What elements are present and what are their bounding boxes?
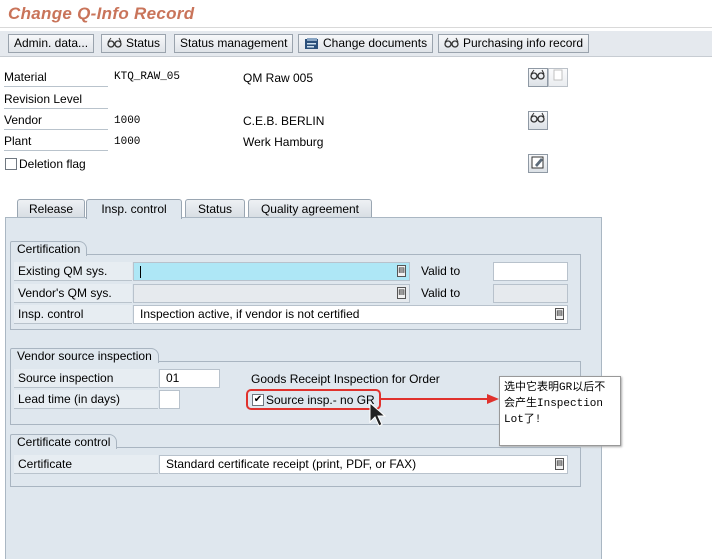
tab-release[interactable]: Release: [17, 199, 85, 218]
application-toolbar: Admin. data... Status Status management …: [0, 31, 712, 57]
certificate-value: Standard certificate receipt (print, PDF…: [166, 457, 417, 471]
display-material-button[interactable]: [528, 68, 548, 87]
deletion-flag-label: Deletion flag: [19, 157, 86, 171]
tab-quality-agreement-label: Quality agreement: [260, 202, 360, 216]
existing-qm-input[interactable]: ▤: [133, 262, 410, 281]
status-management-label: Status management: [180, 36, 288, 50]
title-divider: [0, 27, 712, 28]
vendor-label: Vendor: [4, 113, 108, 130]
certificate-label: Certificate: [14, 455, 158, 474]
lead-time-input[interactable]: [159, 390, 180, 409]
annotation-arrow-icon: [381, 394, 499, 404]
edit-long-text-button[interactable]: [528, 154, 548, 173]
material-label: Material: [4, 70, 108, 87]
existing-qm-label: Existing QM sys.: [14, 262, 132, 281]
page-title: Change Q-Info Record: [8, 4, 195, 23]
value-help-icon[interactable]: ▤: [397, 287, 406, 299]
change-documents-label: Change documents: [323, 36, 428, 50]
material-value: KTQ_RAW_05: [114, 71, 181, 83]
checkmark-icon: ✔: [253, 394, 263, 405]
status-label: Status: [126, 36, 161, 50]
purchasing-info-record-label: Purchasing info record: [463, 36, 584, 50]
vendor-value: 1000: [114, 115, 141, 127]
lead-time-label: Lead time (in days): [14, 390, 158, 409]
material-extra-button[interactable]: [548, 68, 568, 87]
status-management-button[interactable]: Status management: [174, 34, 294, 53]
source-insp-input[interactable]: 01: [159, 369, 220, 388]
insp-control-label: Insp. control: [14, 305, 132, 324]
glasses-icon: [444, 37, 460, 51]
revision-level-label: Revision Level: [4, 92, 108, 109]
display-vendor-button[interactable]: [528, 111, 548, 130]
insp-control-input[interactable]: Inspection active, if vendor is not cert…: [133, 305, 568, 324]
vendor-source-title: Vendor source inspection: [10, 348, 159, 363]
material-description: QM Raw 005: [243, 71, 314, 85]
purchasing-info-record-button[interactable]: Purchasing info record: [438, 34, 590, 53]
text-cursor: [140, 265, 141, 278]
status-button[interactable]: Status: [101, 34, 167, 53]
certificate-control-title: Certificate control: [10, 434, 118, 449]
tab-release-label: Release: [28, 202, 74, 216]
certificate-input[interactable]: Standard certificate receipt (print, PDF…: [159, 455, 568, 474]
tab-quality-agreement[interactable]: Quality agreement: [248, 199, 372, 218]
document-icon: [553, 69, 563, 81]
value-help-icon[interactable]: ▤: [397, 265, 406, 277]
glasses-icon: [530, 112, 545, 123]
value-help-icon[interactable]: ▤: [555, 308, 564, 320]
glasses-icon: [107, 37, 123, 51]
source-insp-no-gr-label: Source insp.- no GR: [266, 393, 375, 407]
vendor-qm-input: ▤: [133, 284, 410, 303]
vendor-qm-label: Vendor's QM sys.: [14, 284, 132, 303]
value-help-icon[interactable]: ▤: [555, 458, 564, 470]
tab-insp-control[interactable]: Insp. control: [86, 199, 182, 219]
plant-label: Plant: [4, 134, 108, 151]
certification-title: Certification: [10, 241, 88, 256]
tab-status-label: Status: [197, 202, 233, 216]
valid-to-input[interactable]: [493, 262, 568, 281]
change-documents-icon: [304, 37, 320, 51]
tab-insp-control-label: Insp. control: [101, 202, 167, 216]
plant-value: 1000: [114, 136, 141, 148]
source-insp-label: Source inspection: [14, 369, 158, 388]
vendor-name: C.E.B. BERLIN: [243, 114, 325, 128]
gr-inspection-title: Goods Receipt Inspection for Order: [251, 372, 440, 386]
annotation-note: 选中它表明GR以后不会产生Inspection Lot了!: [499, 376, 621, 446]
change-documents-button[interactable]: Change documents: [298, 34, 434, 53]
source-insp-no-gr-checkbox[interactable]: ✔: [252, 394, 264, 406]
insp-control-value: Inspection active, if vendor is not cert…: [140, 307, 360, 321]
valid-to-label: Valid to: [421, 264, 461, 278]
admin-data-label: Admin. data...: [14, 36, 89, 50]
glasses-icon: [530, 69, 545, 80]
admin-data-button[interactable]: Admin. data...: [8, 34, 95, 53]
tab-status[interactable]: Status: [185, 199, 245, 218]
deletion-flag-checkbox[interactable]: [5, 158, 17, 170]
valid-to2-label: Valid to: [421, 286, 461, 300]
valid-to2-input: [493, 284, 568, 303]
edit-pencil-icon: [531, 156, 544, 169]
plant-name: Werk Hamburg: [243, 135, 324, 149]
